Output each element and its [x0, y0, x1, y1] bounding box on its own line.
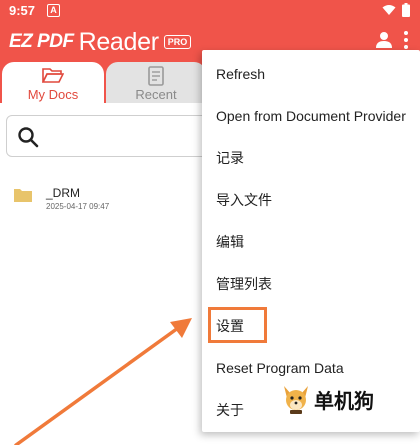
menu-item-refresh[interactable]: Refresh [202, 56, 420, 92]
user-icon[interactable] [375, 31, 393, 49]
notification-icon: A [47, 4, 60, 17]
more-vert-icon[interactable] [402, 30, 410, 50]
menu-item-import[interactable]: 导入文件 [202, 182, 420, 218]
file-name: _DRM [46, 186, 81, 200]
menu-item-edit[interactable]: 编辑 [202, 224, 420, 260]
settings-highlight-box [208, 307, 267, 343]
menu-item-manage-list[interactable]: 管理列表 [202, 266, 420, 302]
dog-mascot-icon [284, 386, 308, 414]
watermark-logo: 单机狗 [282, 384, 374, 414]
status-time: 9:57 [9, 3, 36, 18]
wifi-icon [382, 5, 396, 15]
menu-item-history[interactable]: 记录 [202, 140, 420, 176]
brand-reader: Reader [78, 27, 160, 56]
tab-label: Recent [135, 87, 177, 102]
tab-my-docs[interactable]: My Docs [2, 62, 104, 104]
folder-open-icon [42, 68, 64, 83]
pro-badge: PRO [163, 35, 192, 49]
status-bar: 9:57 A [0, 0, 420, 22]
menu-item-reset[interactable]: Reset Program Data [202, 350, 420, 386]
tab-label: My Docs [27, 87, 79, 102]
battery-icon [402, 3, 410, 17]
overflow-menu: Refresh Open from Document Provider 记录 导… [202, 50, 420, 432]
tab-recent[interactable]: Recent [106, 62, 206, 104]
menu-item-open-provider[interactable]: Open from Document Provider [202, 98, 420, 134]
document-icon [148, 66, 164, 86]
status-icons [382, 3, 410, 17]
folder-icon [14, 189, 32, 202]
app-logo: EZ PDF Reader PRO [9, 27, 192, 57]
file-date: 2025-04-17 09:47 [46, 202, 110, 211]
search-icon [18, 127, 39, 148]
watermark-text: 单机狗 [314, 388, 374, 413]
brand-ez: EZ PDF [9, 31, 74, 52]
